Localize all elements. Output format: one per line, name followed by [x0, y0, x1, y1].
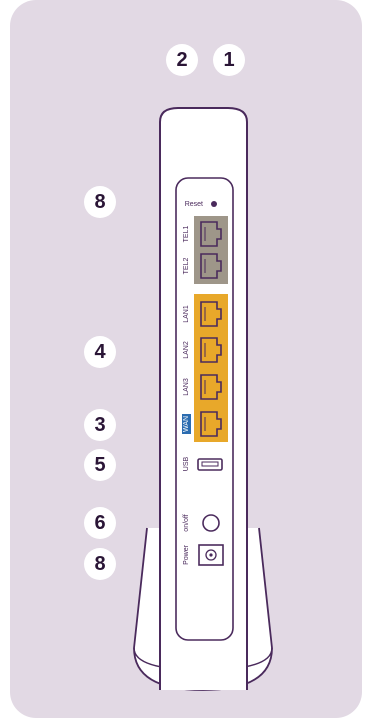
power-switch[interactable] — [202, 514, 220, 532]
lan3-label: LAN3 — [183, 378, 190, 396]
router-illustration: Reset TEL1 TEL2 LAN1 LAN2 LAN3 WAN USB o… — [133, 107, 273, 691]
tel2-label: TEL2 — [183, 258, 190, 275]
tel-port-block — [194, 216, 228, 284]
reset-label: Reset — [185, 201, 203, 208]
lan1-label: LAN1 — [183, 305, 190, 323]
lan2-label: LAN2 — [183, 341, 190, 359]
usb-label: USB — [183, 456, 190, 471]
onoff-label: on/off — [183, 514, 190, 531]
tel1-label: TEL1 — [183, 226, 190, 243]
power-label: Power — [183, 544, 190, 565]
reset-button[interactable] — [211, 201, 217, 207]
wan-label: WAN — [183, 416, 190, 432]
lan-port-block — [194, 294, 228, 442]
